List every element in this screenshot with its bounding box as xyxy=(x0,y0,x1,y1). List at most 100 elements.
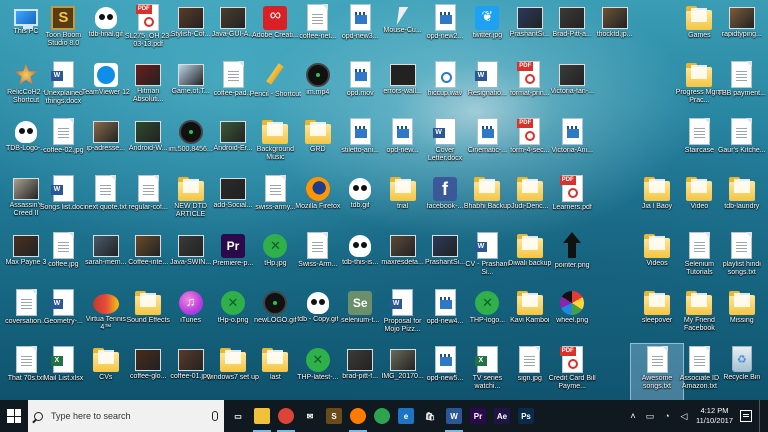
folder-icon xyxy=(644,177,670,201)
computer-icon xyxy=(14,9,38,29)
adobe-cc-icon xyxy=(263,6,288,30)
pdf-file-icon: PDF xyxy=(559,175,583,202)
image-thumbnail-icon xyxy=(92,235,119,257)
desktop-icon[interactable]: TBB payment... xyxy=(716,59,768,117)
taskbar-chrome-button[interactable] xyxy=(274,400,298,432)
clock-date: 11/10/2017 xyxy=(696,416,733,425)
text-file-icon xyxy=(307,4,329,31)
taskbar-store-button[interactable]: 🛍 xyxy=(418,400,442,432)
desktop-icon-label: playlist hindi songs.txt xyxy=(722,261,761,276)
video-file-icon xyxy=(434,346,456,373)
word-document-icon: W xyxy=(474,232,498,259)
desktop-icon-label: wheel.png xyxy=(556,317,589,324)
folder-icon xyxy=(516,291,543,315)
taskbar-search-box[interactable]: Type here to search xyxy=(28,400,224,432)
desktop-icon-label: Recycle Bin xyxy=(723,374,761,381)
folder-icon xyxy=(304,120,331,144)
desktop-icon[interactable]: rapidtyping... xyxy=(716,2,768,60)
excel-file-icon: X xyxy=(474,346,498,373)
taskbar-chrome-2-button[interactable] xyxy=(370,400,394,432)
desktop-icon[interactable]: Victoria-Ani... xyxy=(546,116,598,174)
video-file-icon xyxy=(349,118,371,145)
media-file-icon xyxy=(178,120,203,144)
arrow-image-icon xyxy=(559,232,585,260)
taskbar-premiere-button[interactable]: Pr xyxy=(466,400,490,432)
color-wheel-icon xyxy=(560,291,585,315)
desktop-icon[interactable]: playlist hindi songs.txt xyxy=(716,230,768,288)
itunes-icon xyxy=(178,291,203,315)
taskbar-file-explorer-button[interactable] xyxy=(250,400,274,432)
desktop-icon[interactable]: Missing xyxy=(716,287,768,345)
microphone-icon[interactable] xyxy=(212,411,218,421)
desktop-icon-label: Credit Card Bill Payme... xyxy=(548,375,596,390)
image-thumbnail-icon xyxy=(220,7,246,29)
folder-icon xyxy=(516,177,543,201)
excel-file-icon: X xyxy=(50,346,74,373)
word-document-icon: W xyxy=(390,289,414,316)
folder-icon xyxy=(728,291,755,315)
green-logo-icon xyxy=(263,234,288,258)
taskbar-clock[interactable]: 4:12 PM 11/10/2017 xyxy=(696,406,733,426)
show-desktop-button[interactable] xyxy=(759,400,764,432)
desktop-icon-label: TBB payment... xyxy=(717,90,766,97)
volume-icon[interactable]: ◁ xyxy=(679,411,689,421)
video-file-icon xyxy=(434,4,456,31)
taskbar-mail-button[interactable]: ✉ xyxy=(298,400,322,432)
taskbar-word-button[interactable]: W xyxy=(442,400,466,432)
start-button[interactable] xyxy=(0,400,28,432)
image-thumbnail-icon xyxy=(559,64,586,86)
desktop[interactable]: This PC S Toon Boom Studio 8.0 tdb-final.gi… xyxy=(0,0,768,400)
taskbar-firefox-button[interactable] xyxy=(346,400,370,432)
image-thumbnail-icon xyxy=(516,7,543,29)
chevron-up-icon[interactable]: ˄ xyxy=(628,411,638,421)
folder-icon xyxy=(389,177,416,201)
taskbar-photoshop-button[interactable]: Ps xyxy=(514,400,538,432)
desktop-icon[interactable]: tdb-laundry xyxy=(716,173,768,231)
image-thumbnail-icon xyxy=(389,235,416,257)
skull-image-icon xyxy=(94,7,117,29)
desktop-icon[interactable]: PDF Credit Card Bill Payme... xyxy=(546,344,598,400)
image-thumbnail-icon xyxy=(389,64,416,86)
battery-icon[interactable]: ▭ xyxy=(645,411,655,421)
pdf-file-icon: PDF xyxy=(135,4,159,31)
premiere-icon: Pr xyxy=(470,408,486,424)
desktop-icon[interactable]: Recycle Bin xyxy=(716,344,768,400)
taskbar-pinned-apps: ▭ ✉ Se 🛍 W Pr Ae Ps xyxy=(226,400,538,432)
image-thumbnail-icon xyxy=(13,235,39,257)
network-icon[interactable]: ◔ xyxy=(662,411,672,421)
taskbar: Type here to search ▭ ✉ Se 🛍 W Pr Ae Ps ˄ ▭ ◔ ◁… xyxy=(0,400,768,432)
green-logo-icon xyxy=(305,348,330,372)
taskbar-toon-boom-button[interactable]: S xyxy=(322,400,346,432)
image-thumbnail-icon xyxy=(135,235,162,257)
taskbar-edge-button[interactable]: e xyxy=(394,400,418,432)
firefox-icon xyxy=(305,177,330,201)
media-file-icon xyxy=(305,63,330,87)
clock-time: 4:12 PM xyxy=(700,406,729,415)
word-document-icon: W xyxy=(50,61,74,88)
system-tray: ˄ ▭ ◔ ◁ 4:12 PM 11/10/2017 xyxy=(628,400,768,432)
desktop-icon-label: rapidtyping... xyxy=(721,31,762,38)
notification-icon[interactable] xyxy=(740,410,752,422)
search-icon xyxy=(34,411,43,421)
task-view-icon: ▭ xyxy=(230,408,246,424)
image-thumbnail-icon xyxy=(177,64,204,86)
folder-icon xyxy=(474,177,501,201)
desktop-icon[interactable]: Victoria-fan-... xyxy=(546,59,598,117)
photoshop-icon: Ps xyxy=(518,408,534,424)
word-document-icon: W xyxy=(50,289,74,316)
desktop-icon-label: tdb-laundry xyxy=(724,203,760,210)
image-thumbnail-icon xyxy=(135,64,162,86)
text-file-icon xyxy=(95,175,117,202)
edge-icon: e xyxy=(398,408,414,424)
text-file-icon xyxy=(222,61,244,88)
desktop-icon[interactable]: thocktd.jp... xyxy=(589,2,641,60)
desktop-icon[interactable]: wheel.png xyxy=(546,287,598,345)
desktop-icon[interactable]: pointer.png xyxy=(546,230,598,288)
video-file-icon xyxy=(349,61,371,88)
desktop-icon[interactable]: PDF Learners.pdf xyxy=(546,173,598,231)
taskbar-after-effects-button[interactable]: Ae xyxy=(490,400,514,432)
taskbar-task-view-button[interactable]: ▭ xyxy=(226,400,250,432)
desktop-icon[interactable]: Gaur's Kitche... xyxy=(716,116,768,174)
application-icon: Pr xyxy=(221,234,245,258)
word-document-icon: W xyxy=(432,118,456,145)
